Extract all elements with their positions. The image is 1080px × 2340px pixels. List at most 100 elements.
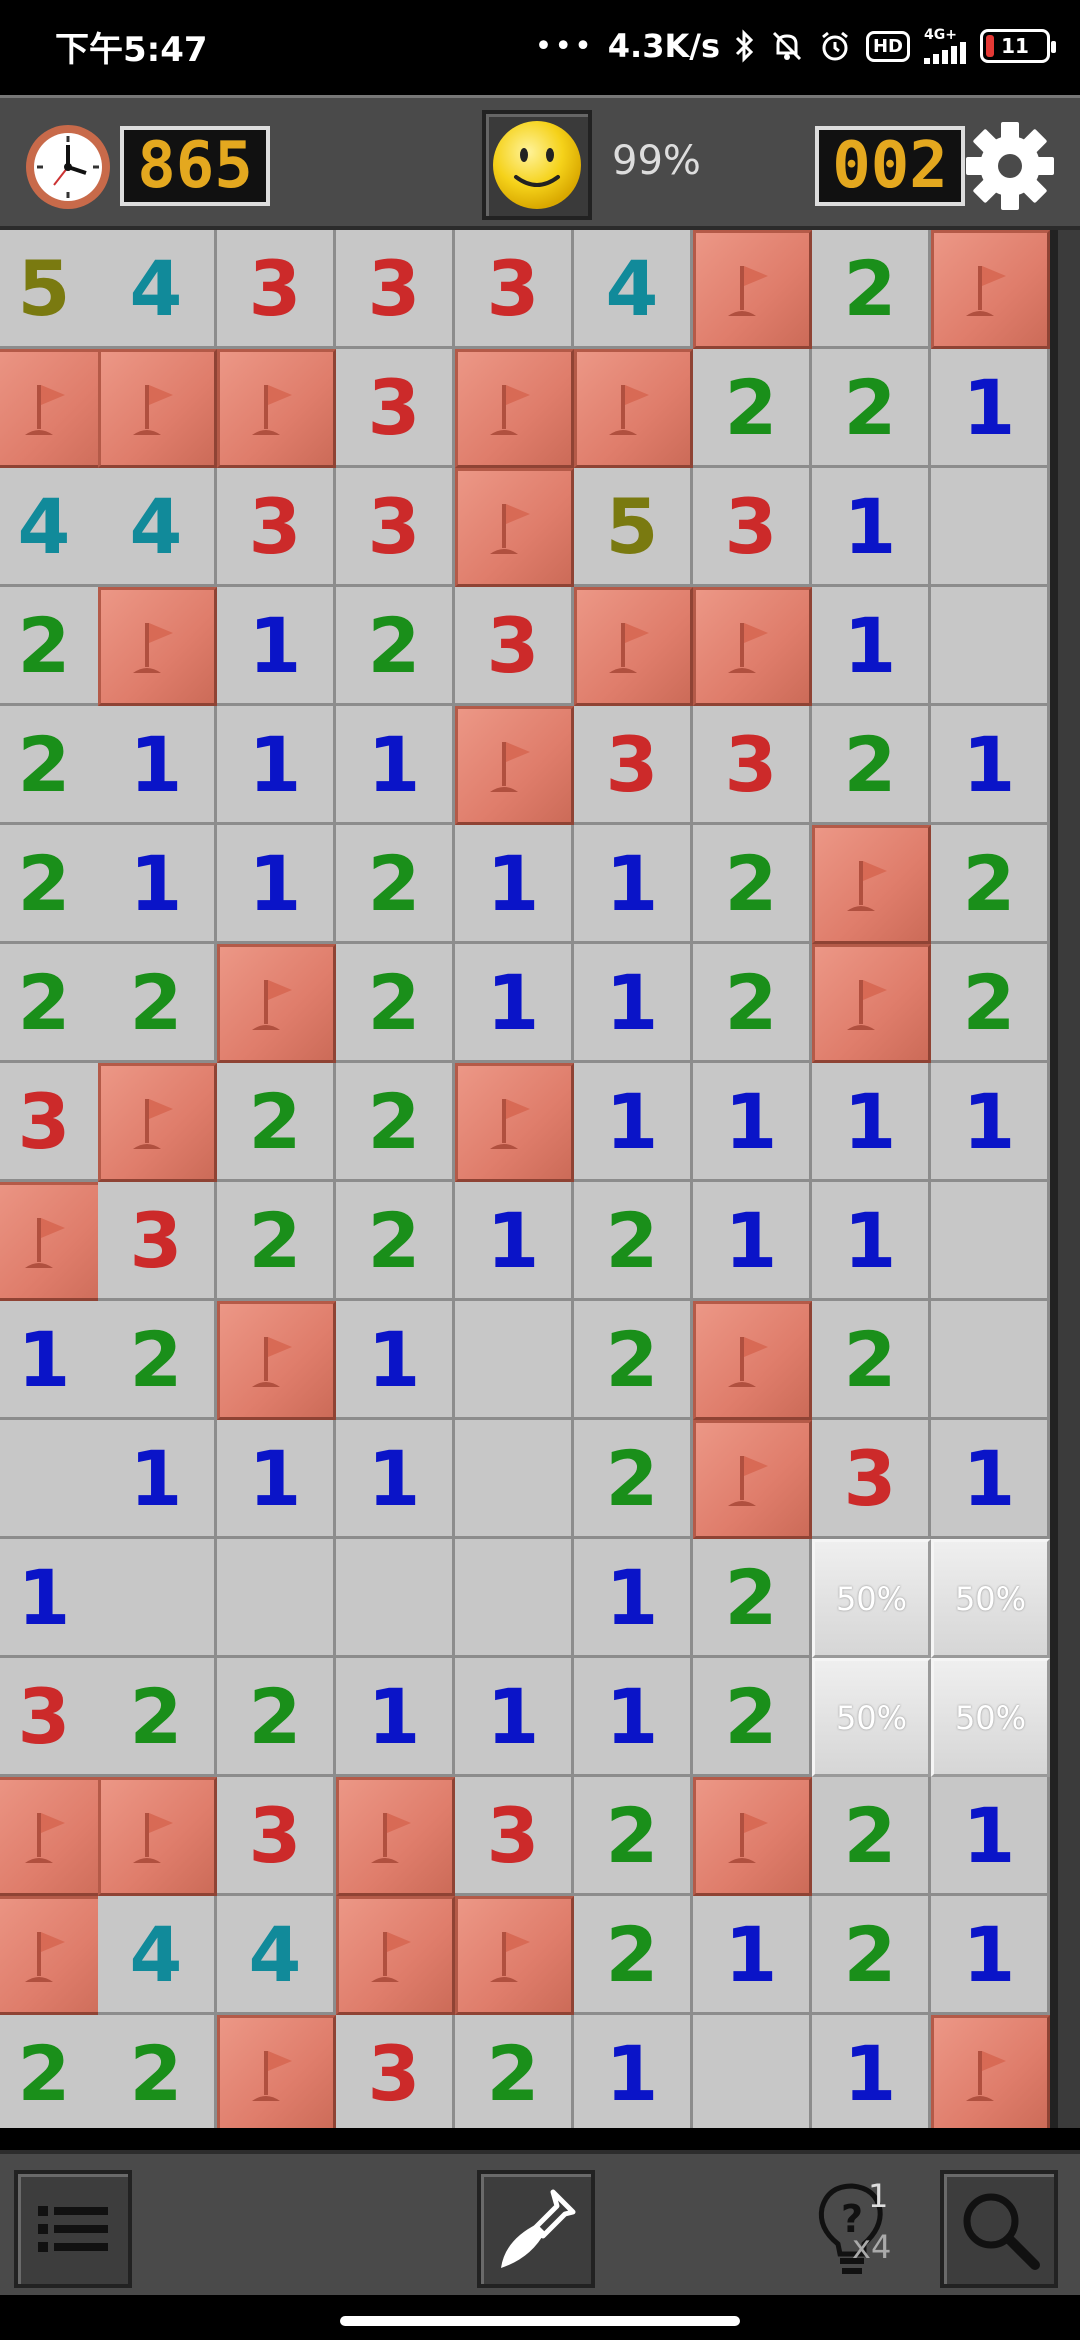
number-cell[interactable]: 5 <box>574 468 693 587</box>
flagged-cell[interactable] <box>931 2015 1050 2128</box>
number-cell[interactable]: 1 <box>812 1182 931 1301</box>
number-cell[interactable]: 2 <box>217 1063 336 1182</box>
number-cell[interactable]: 3 <box>693 468 812 587</box>
number-cell[interactable]: 1 <box>693 1182 812 1301</box>
empty-cell[interactable] <box>455 1420 574 1539</box>
number-cell[interactable]: 2 <box>812 1777 931 1896</box>
flagged-cell[interactable] <box>455 349 574 468</box>
number-cell[interactable]: 1 <box>455 1182 574 1301</box>
settings-gear-icon[interactable] <box>964 120 1056 212</box>
unopened-cell-probability[interactable]: 50% <box>812 1658 931 1777</box>
number-cell[interactable]: 3 <box>336 349 455 468</box>
flagged-cell[interactable] <box>455 468 574 587</box>
number-cell[interactable]: 3 <box>455 230 574 349</box>
number-cell[interactable]: 1 <box>98 706 217 825</box>
number-cell[interactable]: 1 <box>98 1420 217 1539</box>
number-cell[interactable]: 2 <box>693 1658 812 1777</box>
number-cell[interactable]: 1 <box>574 1539 693 1658</box>
number-cell[interactable]: 1 <box>574 2015 693 2128</box>
flagged-cell[interactable] <box>336 1777 455 1896</box>
empty-cell[interactable] <box>931 587 1050 706</box>
number-cell[interactable]: 3 <box>455 587 574 706</box>
number-cell[interactable]: 3 <box>336 468 455 587</box>
flagged-cell[interactable] <box>98 349 217 468</box>
number-cell[interactable]: 1 <box>336 1301 455 1420</box>
number-cell[interactable]: 4 <box>574 230 693 349</box>
flagged-cell[interactable] <box>98 587 217 706</box>
empty-cell[interactable] <box>931 468 1050 587</box>
number-cell[interactable]: 1 <box>336 706 455 825</box>
number-cell[interactable]: 1 <box>217 825 336 944</box>
number-cell[interactable]: 1 <box>574 1063 693 1182</box>
empty-cell[interactable] <box>931 1182 1050 1301</box>
number-cell[interactable]: 1 <box>693 1063 812 1182</box>
number-cell[interactable]: 1 <box>931 1420 1050 1539</box>
number-cell[interactable]: 1 <box>98 825 217 944</box>
number-cell[interactable]: 2 <box>693 825 812 944</box>
reset-smiley-button[interactable] <box>482 110 592 220</box>
number-cell[interactable]: 1 <box>455 944 574 1063</box>
number-cell[interactable]: 3 <box>812 1420 931 1539</box>
number-cell[interactable]: 2 <box>455 2015 574 2128</box>
number-cell[interactable]: 2 <box>336 1063 455 1182</box>
number-cell[interactable]: 1 <box>931 349 1050 468</box>
number-cell[interactable]: 2 <box>931 944 1050 1063</box>
unopened-cell-probability[interactable]: 50% <box>931 1658 1050 1777</box>
flagged-cell[interactable] <box>812 944 931 1063</box>
number-cell[interactable]: 1 <box>812 468 931 587</box>
number-cell[interactable]: 1 <box>574 825 693 944</box>
number-cell[interactable]: 2 <box>812 706 931 825</box>
flagged-cell[interactable] <box>574 349 693 468</box>
flagged-cell[interactable] <box>336 1896 455 2015</box>
number-cell[interactable]: 2 <box>336 587 455 706</box>
number-cell[interactable]: 2 <box>574 1896 693 2015</box>
flagged-cell[interactable] <box>217 349 336 468</box>
number-cell[interactable]: 3 <box>336 2015 455 2128</box>
flagged-cell[interactable] <box>217 1301 336 1420</box>
number-cell[interactable]: 1 <box>336 1658 455 1777</box>
number-cell[interactable]: 1 <box>217 1420 336 1539</box>
number-cell[interactable]: 2 <box>217 1182 336 1301</box>
number-cell[interactable]: 2 <box>574 1182 693 1301</box>
flagged-cell[interactable] <box>455 1063 574 1182</box>
number-cell[interactable]: 1 <box>931 1777 1050 1896</box>
empty-cell[interactable] <box>217 1539 336 1658</box>
number-cell[interactable]: 2 <box>693 944 812 1063</box>
number-cell[interactable]: 1 <box>812 2015 931 2128</box>
flagged-cell[interactable] <box>693 587 812 706</box>
number-cell[interactable]: 3 <box>217 230 336 349</box>
number-cell[interactable]: 3 <box>336 230 455 349</box>
number-cell[interactable]: 3 <box>574 706 693 825</box>
number-cell[interactable]: 1 <box>931 1063 1050 1182</box>
number-cell[interactable]: 2 <box>336 825 455 944</box>
number-cell[interactable]: 4 <box>98 230 217 349</box>
flagged-cell[interactable] <box>812 825 931 944</box>
number-cell[interactable]: 2 <box>217 1658 336 1777</box>
number-cell[interactable]: 1 <box>812 587 931 706</box>
number-cell[interactable]: 3 <box>693 706 812 825</box>
flagged-cell[interactable] <box>455 706 574 825</box>
number-cell[interactable]: 1 <box>693 1896 812 2015</box>
number-cell[interactable]: 1 <box>217 587 336 706</box>
flagged-cell[interactable] <box>693 230 812 349</box>
number-cell[interactable]: 2 <box>98 2015 217 2128</box>
flagged-cell[interactable] <box>98 1777 217 1896</box>
menu-list-button[interactable] <box>14 2170 132 2288</box>
empty-cell[interactable] <box>931 1301 1050 1420</box>
number-cell[interactable]: 3 <box>455 1777 574 1896</box>
empty-cell[interactable] <box>336 1539 455 1658</box>
number-cell[interactable]: 3 <box>98 1182 217 1301</box>
number-cell[interactable]: 2 <box>693 349 812 468</box>
flagged-cell[interactable] <box>574 587 693 706</box>
flagged-cell[interactable] <box>693 1420 812 1539</box>
number-cell[interactable]: 1 <box>455 1658 574 1777</box>
dig-mode-button[interactable] <box>477 2170 595 2288</box>
flagged-cell[interactable] <box>217 944 336 1063</box>
unopened-cell-probability[interactable]: 50% <box>931 1539 1050 1658</box>
number-cell[interactable]: 2 <box>336 944 455 1063</box>
number-cell[interactable]: 2 <box>336 1182 455 1301</box>
unopened-cell-probability[interactable]: 50% <box>812 1539 931 1658</box>
number-cell[interactable]: 2 <box>812 1301 931 1420</box>
number-cell[interactable]: 4 <box>98 468 217 587</box>
number-cell[interactable]: 2 <box>574 1777 693 1896</box>
